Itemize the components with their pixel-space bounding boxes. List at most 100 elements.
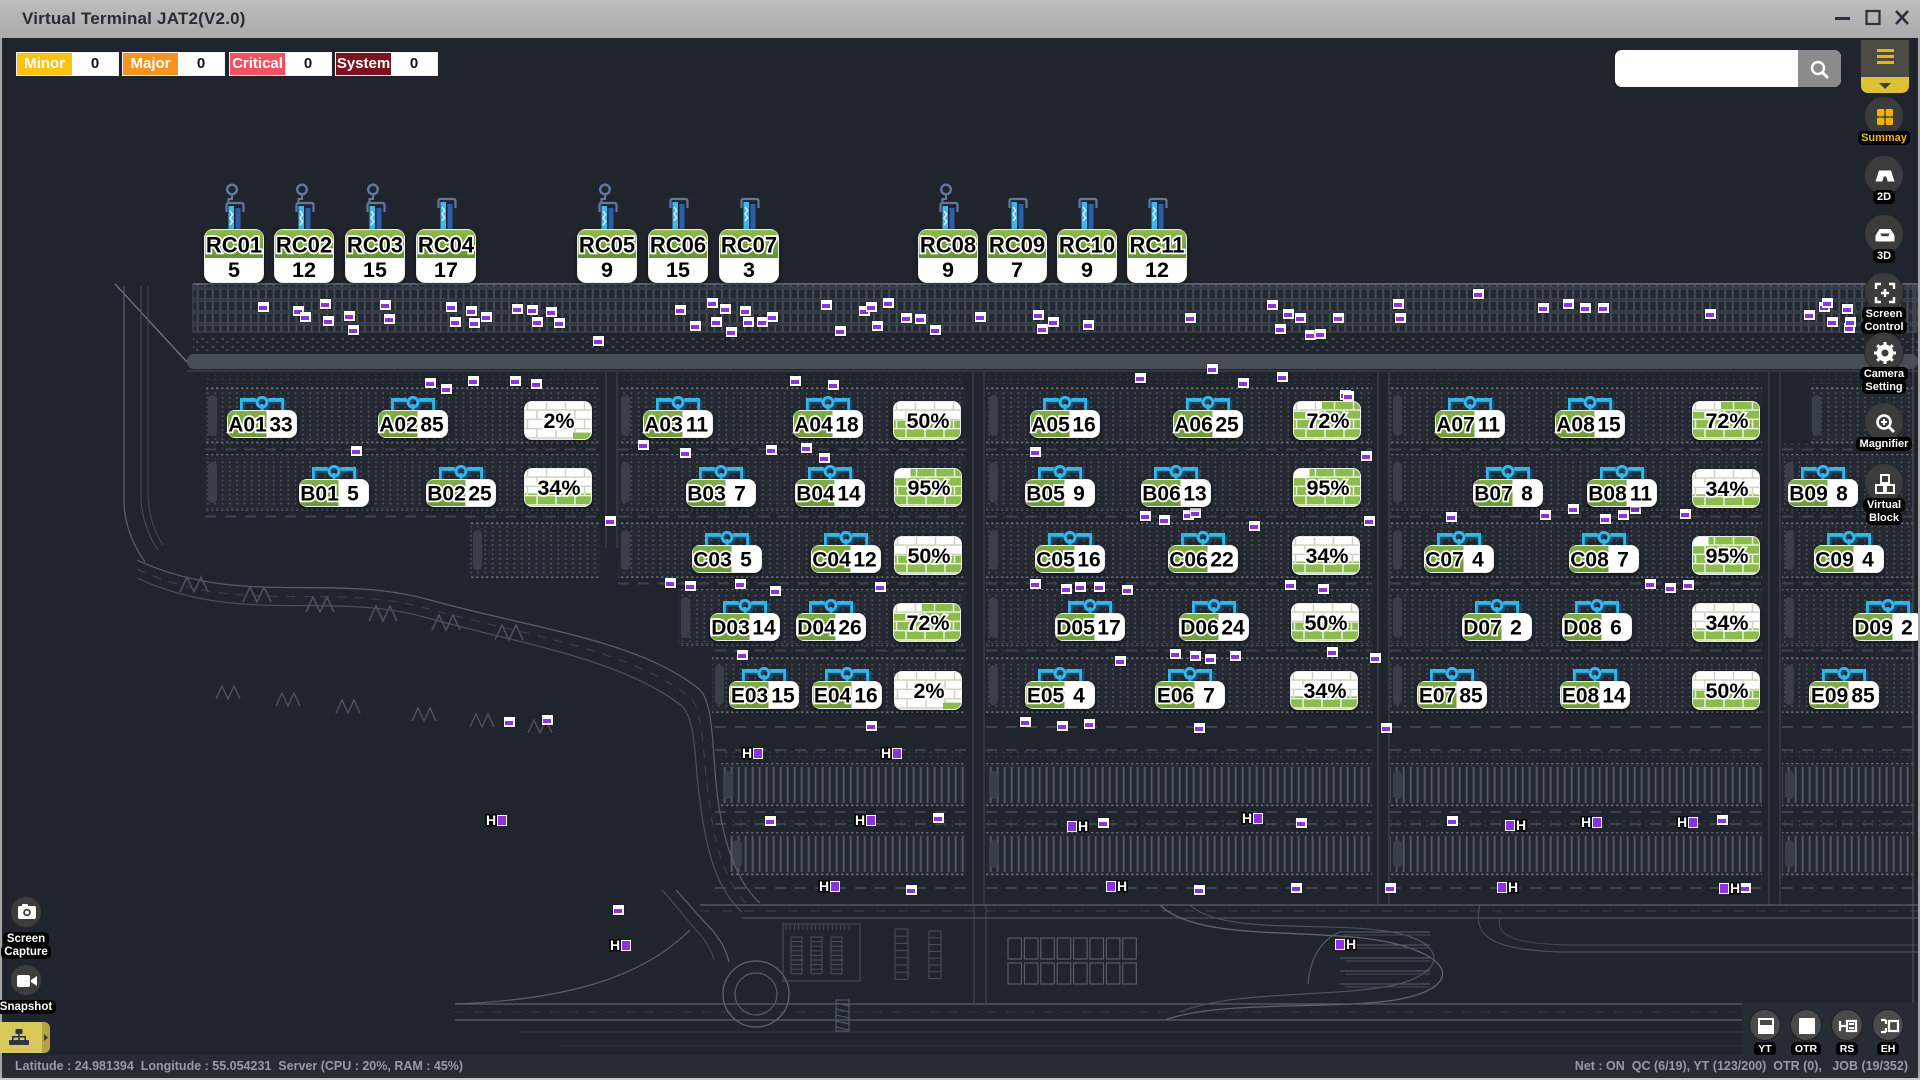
svg-text:13: 13: [1183, 482, 1206, 505]
svg-text:85: 85: [1459, 684, 1483, 707]
svg-text:2: 2: [1510, 616, 1522, 639]
svg-text:A01: A01: [228, 413, 267, 436]
svg-text:50%: 50%: [1705, 679, 1748, 703]
svg-text:34%: 34%: [537, 476, 580, 500]
svg-text:4: 4: [1862, 548, 1874, 571]
svg-text:14: 14: [752, 616, 776, 639]
svg-text:B04: B04: [796, 482, 835, 505]
svg-text:12: 12: [853, 548, 876, 571]
svg-text:24: 24: [1221, 616, 1245, 639]
svg-text:A05: A05: [1031, 413, 1070, 436]
svg-text:B08: B08: [1588, 482, 1627, 505]
svg-text:34%: 34%: [1303, 679, 1346, 703]
svg-text:C09: C09: [1815, 548, 1854, 571]
svg-text:5: 5: [740, 548, 752, 571]
svg-text:34%: 34%: [1705, 477, 1748, 501]
svg-text:15: 15: [771, 684, 795, 707]
svg-text:7: 7: [1203, 684, 1215, 707]
svg-text:C07: C07: [1425, 548, 1464, 571]
svg-text:RC05: RC05: [579, 233, 635, 258]
svg-text:A04: A04: [794, 413, 833, 436]
svg-text:C06: C06: [1169, 548, 1208, 571]
svg-text:72%: 72%: [906, 611, 949, 635]
svg-text:7: 7: [1617, 548, 1629, 571]
svg-text:11: 11: [686, 413, 709, 436]
svg-text:34%: 34%: [1705, 611, 1748, 635]
svg-text:95%: 95%: [1705, 544, 1748, 568]
svg-text:C05: C05: [1036, 548, 1075, 571]
svg-text:E04: E04: [814, 684, 852, 707]
svg-text:5: 5: [228, 258, 240, 282]
svg-text:12: 12: [1145, 258, 1169, 282]
svg-text:D04: D04: [797, 616, 836, 639]
svg-text:RC03: RC03: [347, 233, 403, 258]
svg-text:12: 12: [292, 258, 316, 282]
svg-text:E03: E03: [731, 684, 768, 707]
svg-text:50%: 50%: [906, 409, 949, 433]
svg-text:RC04: RC04: [418, 233, 475, 258]
svg-text:18: 18: [835, 413, 859, 436]
svg-text:E06: E06: [1157, 684, 1194, 707]
svg-text:6: 6: [1610, 616, 1622, 639]
svg-text:2%: 2%: [913, 679, 944, 703]
svg-text:D03: D03: [711, 616, 750, 639]
svg-text:14: 14: [837, 482, 861, 505]
svg-text:4: 4: [1472, 548, 1484, 571]
svg-text:B07: B07: [1474, 482, 1513, 505]
svg-text:RC01: RC01: [206, 233, 262, 258]
svg-text:C04: C04: [812, 548, 851, 571]
svg-text:17: 17: [1097, 616, 1120, 639]
svg-text:RC10: RC10: [1059, 233, 1115, 258]
svg-text:33: 33: [269, 413, 292, 436]
svg-text:RC06: RC06: [650, 233, 706, 258]
svg-text:4: 4: [1073, 684, 1085, 707]
svg-text:D08: D08: [1563, 616, 1602, 639]
svg-text:A08: A08: [1556, 413, 1595, 436]
svg-text:3: 3: [743, 258, 755, 282]
svg-text:50%: 50%: [1304, 611, 1347, 635]
svg-text:E05: E05: [1027, 684, 1065, 707]
svg-text:72%: 72%: [1306, 409, 1349, 433]
svg-text:2%: 2%: [543, 409, 574, 433]
svg-text:D05: D05: [1056, 616, 1095, 639]
svg-text:RC07: RC07: [721, 233, 777, 258]
svg-text:9: 9: [942, 258, 954, 282]
svg-text:25: 25: [1215, 413, 1239, 436]
svg-text:16: 16: [854, 684, 877, 707]
svg-text:D06: D06: [1180, 616, 1219, 639]
svg-text:25: 25: [468, 482, 492, 505]
svg-text:C08: C08: [1570, 548, 1609, 571]
svg-text:9: 9: [601, 258, 613, 282]
svg-text:A02: A02: [379, 413, 418, 436]
svg-text:11: 11: [1630, 482, 1653, 505]
svg-text:95%: 95%: [907, 476, 950, 500]
svg-text:B05: B05: [1026, 482, 1065, 505]
svg-text:16: 16: [1072, 413, 1095, 436]
svg-text:8: 8: [1521, 482, 1533, 505]
svg-text:2: 2: [1901, 616, 1913, 639]
svg-text:7: 7: [734, 482, 746, 505]
svg-text:22: 22: [1210, 548, 1233, 571]
svg-text:5: 5: [347, 482, 359, 505]
svg-text:B01: B01: [300, 482, 339, 505]
svg-text:RC08: RC08: [920, 233, 976, 258]
svg-text:RC09: RC09: [989, 233, 1045, 258]
svg-text:17: 17: [434, 258, 458, 282]
svg-text:72%: 72%: [1705, 409, 1748, 433]
svg-text:C03: C03: [693, 548, 732, 571]
svg-text:A07: A07: [1436, 413, 1475, 436]
svg-text:A06: A06: [1174, 413, 1213, 436]
svg-text:9: 9: [1073, 482, 1085, 505]
svg-text:16: 16: [1077, 548, 1100, 571]
svg-text:RC02: RC02: [276, 233, 332, 258]
svg-text:B06: B06: [1142, 482, 1181, 505]
svg-text:9: 9: [1081, 258, 1093, 282]
svg-text:15: 15: [666, 258, 690, 282]
svg-text:D07: D07: [1463, 616, 1502, 639]
svg-text:26: 26: [838, 616, 861, 639]
svg-text:85: 85: [420, 413, 444, 436]
svg-text:D09: D09: [1854, 616, 1893, 639]
svg-text:85: 85: [1851, 684, 1875, 707]
svg-text:11: 11: [1478, 413, 1501, 436]
svg-text:E07: E07: [1419, 684, 1456, 707]
